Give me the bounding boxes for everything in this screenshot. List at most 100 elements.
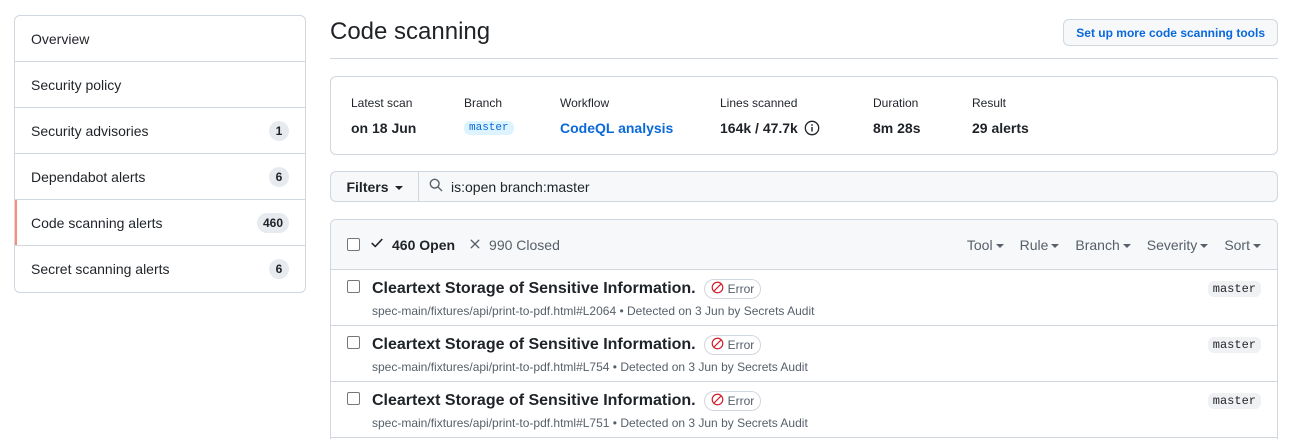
severity-filter-dropdown[interactable]: Severity — [1147, 237, 1209, 253]
closed-alerts-tab[interactable]: 990 Closed — [469, 237, 560, 253]
sidebar-item-label: Code scanning alerts — [31, 214, 163, 231]
sidebar-item-overview[interactable]: Overview — [15, 16, 305, 62]
setup-code-scanning-button[interactable]: Set up more code scanning tools — [1063, 19, 1278, 46]
alert-checkbox[interactable] — [347, 336, 360, 349]
alert-branch-label: master — [1207, 337, 1261, 353]
open-count-label: 460 Open — [392, 236, 456, 253]
select-all-checkbox[interactable] — [347, 238, 360, 251]
summary-result: Result 29 alerts — [972, 95, 1029, 138]
alert-checkbox[interactable] — [347, 392, 360, 405]
alert-file-link[interactable]: spec-main/fixtures/api/print-to-pdf.html… — [372, 304, 616, 318]
sidebar-item-label: Secret scanning alerts — [31, 261, 170, 277]
search-query: is:open branch:master — [451, 178, 590, 195]
alert-detected: • Detected on 3 Jun by Secrets Audit — [612, 416, 808, 430]
counter-badge: 460 — [256, 212, 289, 233]
severity-label: Error — [727, 394, 755, 408]
alert-branch-label: master — [1207, 393, 1261, 409]
alert-file-link[interactable]: spec-main/fixtures/api/print-to-pdf.html… — [372, 360, 609, 374]
alert-detected: • Detected on 3 Jun by Secrets Audit — [619, 304, 815, 318]
sidebar-item-label: Overview — [31, 30, 90, 47]
sidebar-item-dependabot-alerts[interactable]: Dependabot alerts 6 — [15, 154, 305, 200]
stop-icon — [711, 337, 724, 353]
dropdown-label: Rule — [1019, 237, 1049, 253]
check-icon — [370, 236, 384, 253]
search-input[interactable]: is:open branch:master — [419, 172, 1277, 201]
page-title: Code scanning — [330, 18, 491, 45]
open-alerts-tab[interactable]: 460 Open — [370, 236, 455, 253]
alert-file-link[interactable]: spec-main/fixtures/api/print-to-pdf.html… — [372, 416, 609, 430]
sidebar-item-secret-scanning-alerts[interactable]: Secret scanning alerts 6 — [15, 246, 305, 292]
alert-meta: spec-main/fixtures/api/print-to-pdf.html… — [372, 304, 814, 318]
dropdown-label: Branch — [1075, 237, 1120, 253]
alert-row: Cleartext Storage of Sensitive Informati… — [331, 270, 1277, 326]
rule-filter-dropdown[interactable]: Rule — [1020, 237, 1060, 253]
branch-filter-dropdown[interactable]: Branch — [1075, 237, 1131, 253]
summary-value: 164k / 47.7k — [720, 120, 798, 136]
filters-button[interactable]: Filters — [331, 172, 419, 201]
summary-duration: Duration 8m 28s — [873, 95, 920, 138]
x-icon — [469, 237, 481, 253]
alert-title-link[interactable]: Cleartext Storage of Sensitive Informati… — [372, 280, 696, 298]
summary-value: 8m 28s — [873, 120, 921, 136]
summary-latest-scan: Latest scan on 18 Jun — [351, 95, 416, 138]
alerts-list-header: 460 Open 990 Closed Tool Rule Branch Sev… — [331, 220, 1277, 270]
tool-filter-dropdown[interactable]: Tool — [967, 237, 1004, 253]
chevron-down-icon — [1253, 244, 1261, 248]
filter-bar: Filters is:open branch:master — [330, 171, 1278, 202]
header-divider — [330, 58, 1278, 59]
alert-detected: • Detected on 3 Jun by Secrets Audit — [612, 360, 808, 374]
alert-checkbox[interactable] — [347, 280, 360, 293]
summary-label: Lines scanned — [720, 96, 798, 110]
severity-label: Error — [727, 282, 755, 296]
stop-icon — [711, 393, 724, 409]
summary-branch: Branch master — [464, 95, 514, 138]
alert-row: Cleartext Storage of Sensitive Informati… — [331, 326, 1277, 382]
summary-lines-scanned: Lines scanned 164k / 47.7k — [720, 95, 820, 138]
latest-scan-summary: Latest scan on 18 Jun Branch master Work… — [330, 76, 1278, 155]
chevron-down-icon — [1122, 244, 1131, 248]
sidebar-item-security-advisories[interactable]: Security advisories 1 — [15, 108, 305, 154]
counter-badge: 6 — [269, 259, 289, 279]
summary-value: 29 alerts — [972, 120, 1029, 136]
sidebar-item-security-policy[interactable]: Security policy — [15, 62, 305, 108]
chevron-down-icon — [995, 244, 1004, 248]
branch-chip[interactable]: master — [464, 121, 514, 135]
dropdown-label: Severity — [1146, 237, 1198, 253]
summary-value: on 18 Jun — [351, 120, 417, 136]
severity-label: Error — [727, 338, 755, 352]
stop-icon — [711, 281, 724, 297]
filters-button-label: Filters — [346, 178, 389, 195]
severity-badge: Error — [703, 335, 762, 355]
dropdown-label: Tool — [966, 237, 993, 253]
alert-meta: spec-main/fixtures/api/print-to-pdf.html… — [372, 416, 808, 430]
search-icon — [429, 178, 443, 195]
alert-row: Cleartext Storage of Sensitive Informati… — [331, 382, 1277, 438]
sort-dropdown[interactable]: Sort — [1224, 237, 1261, 253]
summary-label: Branch — [464, 96, 503, 110]
alert-meta: spec-main/fixtures/api/print-to-pdf.html… — [372, 360, 808, 374]
counter-badge: 6 — [269, 166, 289, 187]
sidebar-item-code-scanning-alerts[interactable]: Code scanning alerts 460 — [15, 200, 305, 246]
chevron-down-icon — [394, 185, 403, 190]
security-sidebar: Overview Security policy Security adviso… — [14, 15, 306, 293]
severity-badge: Error — [703, 391, 762, 411]
sidebar-item-label: Security policy — [31, 76, 122, 93]
workflow-link[interactable]: CodeQL analysis — [560, 118, 673, 138]
alert-title-link[interactable]: Cleartext Storage of Sensitive Informati… — [372, 336, 696, 354]
dropdown-label: Sort — [1224, 237, 1250, 253]
alert-title-link[interactable]: Cleartext Storage of Sensitive Informati… — [372, 392, 696, 410]
counter-badge: 1 — [269, 120, 289, 141]
sidebar-item-label: Security advisories — [31, 122, 149, 139]
sort-menus: Tool Rule Branch Severity Sort — [967, 220, 1261, 270]
summary-label: Duration — [873, 96, 919, 110]
chevron-down-icon — [1200, 244, 1209, 248]
sidebar-item-label: Dependabot alerts — [31, 168, 146, 185]
summary-workflow: Workflow CodeQL analysis — [560, 95, 673, 138]
summary-label: Result — [972, 96, 1007, 110]
info-icon[interactable] — [804, 120, 820, 136]
summary-label: Latest scan — [351, 96, 413, 110]
closed-count-label: 990 Closed — [489, 236, 560, 253]
summary-label: Workflow — [560, 96, 610, 110]
alert-branch-label: master — [1207, 281, 1261, 297]
alerts-list: 460 Open 990 Closed Tool Rule Branch Sev… — [330, 219, 1278, 439]
